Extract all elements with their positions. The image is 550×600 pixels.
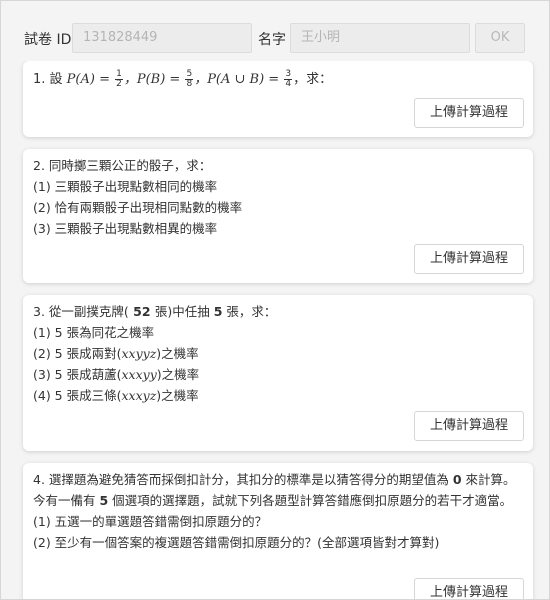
question-card-2: 2. 同時擲三顆公正的骰子，求： (1) 三顆骰子出現點數相同的機率 (2) 恰… [23,149,533,283]
exam-header: 試卷 ID 131828449 名字 王小明 OK [1,1,549,61]
q3-l4m: xxxyz [121,388,157,403]
q3-line-3: (3) 5 張成葫蘆(xxxyy)之機率 [33,364,523,385]
name-field[interactable]: 王小明 [290,23,470,53]
q1-frac-2-den: 8 [186,79,193,89]
upload-button-3[interactable]: 上傳計算過程 [414,411,524,441]
q2-line-3: (3) 三顆骰子出現點數相異的機率 [33,221,218,236]
exam-window: 試卷 ID 131828449 名字 王小明 OK 1. 設 P(A) = 12… [0,0,550,600]
question-card-3: 3. 從一副撲克牌( 52 張)中任抽 5 張，求： (1) 5 張為同花之機率… [23,295,533,451]
q3-l3m: xxxyy [121,367,157,382]
upload-button-4[interactable]: 上傳計算過程 [414,578,524,599]
q3-l2a: (2) 5 張成兩對( [33,346,122,361]
q3-l0n: 52 [128,304,155,319]
q3-l3b: )之機率 [156,367,200,382]
q1-pab: ，P(A ∪ B) = [194,72,284,87]
q2-line-0: 2. 同時擲三顆公正的骰子，求： [33,158,212,173]
q3-line-2: (2) 5 張成兩對(xxyyz)之機率 [33,343,523,364]
q2-line-1: (1) 三顆骰子出現點數相同的機率 [33,179,218,194]
q4-line-1: (1) 五選一的單選題答錯需倒扣原題分的？ [33,514,268,529]
upload-button-1[interactable]: 上傳計算過程 [414,98,524,128]
q1-frac-3-den: 4 [285,79,292,89]
upload-button-2[interactable]: 上傳計算過程 [414,244,524,274]
name-label: 名字 [258,32,286,48]
q1-pa: P(A) = [66,72,115,87]
q3-l2m: xxyyz [121,346,157,361]
q3-l2b: )之機率 [156,346,199,361]
question-card-4: 4. 選擇題為避免猜答而採倒扣計分，其扣分的標準是以猜答得分的期望值為 0 來計… [23,463,533,599]
q2-line-2: (2) 恰有兩顆骰子出現相同點數的機率 [33,200,243,215]
q4-p1b: 0 [452,472,462,487]
q1-suffix: ，求： [293,72,333,87]
q3-line-4: (4) 5 張成三條(xxxyz)之機率 [33,385,523,406]
q3-l0b: 張)中任抽 [154,304,214,319]
question-1-text: 1. 設 P(A) = 1 2 ，P(B) = 5 8 ，P(A ∪ B) = 3 4 ，求… [33,69,523,90]
q3-line-0: 3. 從一副撲克牌( 52 張)中任抽 5 張，求： [33,301,523,322]
q3-l0a: 3. 從一副撲克牌( [33,304,129,319]
exam-id-label: 試卷 ID [24,32,72,48]
q3-l0d: 張，求： [222,304,277,319]
question-list[interactable]: 1. 設 P(A) = 1 2 ，P(B) = 5 8 ，P(A ∪ B) = 3 4 ，求… [1,61,549,599]
q3-line-1: (1) 5 張為同花之機率 [33,325,155,340]
q4-paragraph: 4. 選擇題為避免猜答而採倒扣計分，其扣分的標準是以猜答得分的期望值為 0 來計… [33,469,519,511]
q1-frac-1-den: 2 [116,79,122,89]
q1-frac-2: 58 [185,70,194,89]
q4-p1d: 5 [99,493,109,508]
ok-button[interactable]: OK [475,23,525,53]
q4-p1e: 個選項的選擇題，試就下列各題型計算答錯應倒扣原題分的若干才適當。 [108,493,513,508]
q3-l3a: (3) 5 張成葫蘆( [33,367,122,382]
q1-pb: ，P(B) = [123,72,185,87]
q1-prefix: 1. 設 [33,72,67,87]
question-card-1: 1. 設 P(A) = 1 2 ，P(B) = 5 8 ，P(A ∪ B) = 3 4 ，求… [23,61,533,137]
q1-frac-1: 12 [115,70,123,89]
q3-l4b: )之機率 [156,388,199,403]
q3-l4a: (4) 5 張成三條( [33,388,122,403]
q4-p1a: 4. 選擇題為避免猜答而採倒扣計分，其扣分的標準是以猜答得分的期望值為 [33,472,453,487]
q4-line-2: (2) 至少有一個答案的複選題答錯需倒扣原題分的？(全部選項皆對才算對) [33,535,440,550]
q1-frac-3: 34 [284,70,293,89]
exam-id-field[interactable]: 131828449 [72,23,252,53]
